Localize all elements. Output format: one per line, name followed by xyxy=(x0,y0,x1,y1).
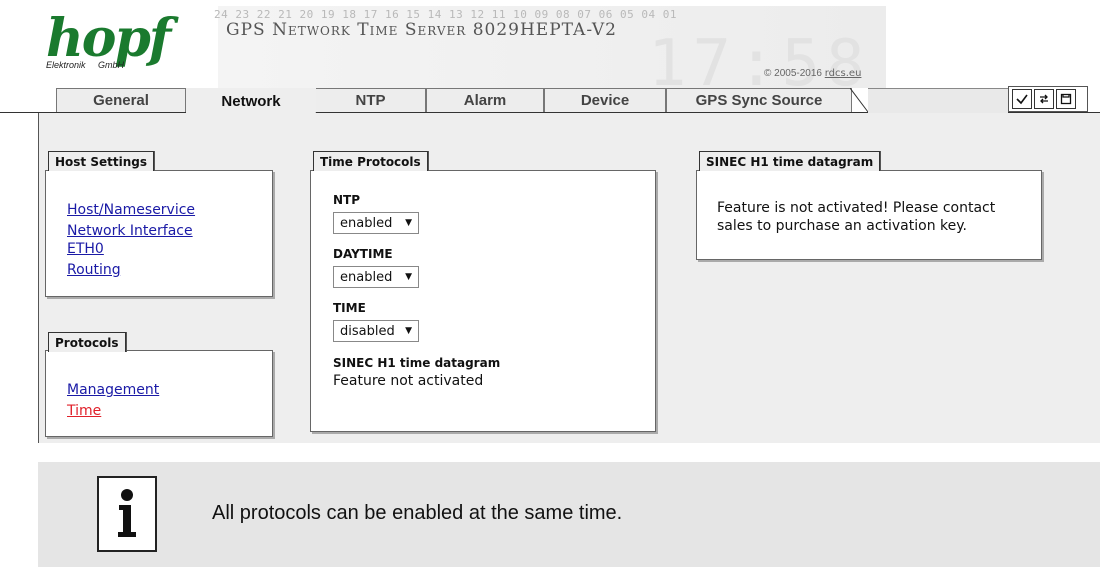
tab-ntp[interactable]: NTP xyxy=(316,88,426,112)
header: 17:58 24 23 22 21 20 19 18 17 16 15 14 1… xyxy=(38,6,886,96)
info-text: All protocols can be enabled at the same… xyxy=(212,502,623,524)
link-time[interactable]: Time xyxy=(67,403,101,419)
chevron-down-icon: ▼ xyxy=(405,272,412,282)
chevron-down-icon: ▼ xyxy=(405,326,412,336)
hopf-logo: hopf Elektronik GmbH xyxy=(46,8,171,70)
host-settings-panel: Host/Nameservice Network Interface ETH0 … xyxy=(45,170,273,297)
ntp-select[interactable]: enabled ▼ xyxy=(333,212,419,234)
sinec-label: SINEC H1 time datagram xyxy=(333,356,501,370)
tab-device[interactable]: Device xyxy=(544,88,666,112)
time-protocols-title: Time Protocols xyxy=(313,151,428,171)
daytime-label: DAYTIME xyxy=(333,247,393,261)
tab-slant xyxy=(850,88,869,113)
check-icon[interactable] xyxy=(1012,89,1032,109)
link-eth0[interactable]: ETH0 xyxy=(67,241,104,257)
sinec-message-line2: sales to purchase an activation key. xyxy=(717,218,967,234)
time-protocols-panel: NTP enabled ▼ DAYTIME enabled ▼ TIME disab… xyxy=(310,170,656,432)
tab-alarm[interactable]: Alarm xyxy=(426,88,544,112)
protocols-title: Protocols xyxy=(48,332,126,352)
sinec-panel-title: SINEC H1 time datagram xyxy=(699,151,881,171)
page-title: GPS Network Time Server 8029HEPTA-V2 xyxy=(226,20,617,40)
refresh-icon[interactable] xyxy=(1034,89,1054,109)
time-label: TIME xyxy=(333,301,366,315)
link-host-nameservice[interactable]: Host/Nameservice xyxy=(67,202,195,218)
toolbar xyxy=(1012,89,1076,109)
sinec-status: Feature not activated xyxy=(333,373,484,389)
info-note: All protocols can be enabled at the same… xyxy=(38,462,1100,567)
time-select[interactable]: disabled ▼ xyxy=(333,320,419,342)
clock-watermark: 17:58 xyxy=(648,27,871,101)
link-routing[interactable]: Routing xyxy=(67,262,121,278)
ntp-label: NTP xyxy=(333,193,361,207)
tab-gps-sync-source[interactable]: GPS Sync Source xyxy=(666,88,852,112)
daytime-select[interactable]: enabled ▼ xyxy=(333,266,419,288)
info-icon xyxy=(97,476,157,552)
content-border xyxy=(38,113,39,443)
host-settings-title: Host Settings xyxy=(48,151,154,171)
link-management[interactable]: Management xyxy=(67,382,159,398)
copyright-link[interactable]: rdcs.eu xyxy=(825,68,862,79)
copyright: © 2005-2016 rdcs.eu xyxy=(764,68,862,79)
chevron-down-icon: ▼ xyxy=(405,218,412,228)
link-network-interface[interactable]: Network Interface xyxy=(67,223,193,239)
save-icon[interactable] xyxy=(1056,89,1076,109)
sinec-panel: Feature is not activated! Please contact… xyxy=(696,170,1042,260)
tab-spacer xyxy=(868,88,1008,113)
tab-general[interactable]: General xyxy=(56,88,186,112)
sinec-message-line1: Feature is not activated! Please contact xyxy=(717,200,996,216)
protocols-panel: Management Time xyxy=(45,350,273,437)
